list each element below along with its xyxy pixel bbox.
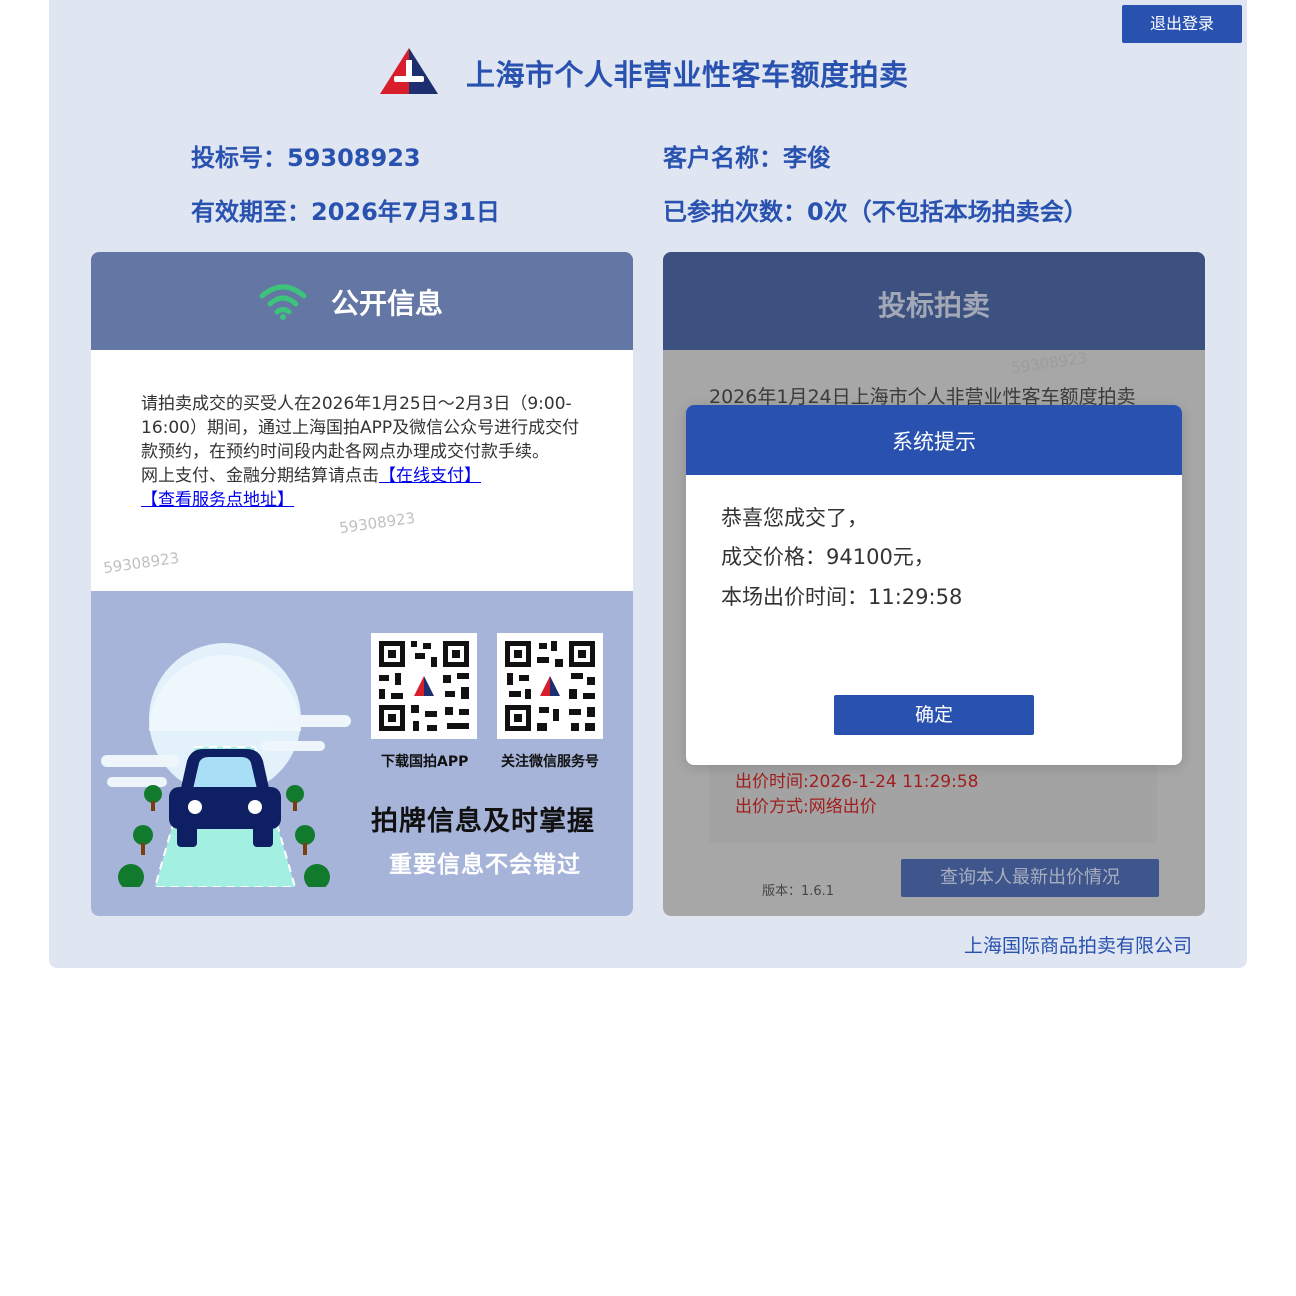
online-payment-link[interactable]: 【在线支付】 — [379, 466, 481, 486]
auction-count: 已参拍次数：0次（不包括本场拍卖会） — [663, 198, 1088, 226]
auction-logo-icon — [380, 48, 438, 94]
qr-code-icon — [379, 641, 469, 731]
car-road-illustration — [101, 643, 351, 887]
public-info-panel: 公开信息 请拍卖成交的买受人在2026年1月25日～2月3日（9:00-16:0… — [91, 252, 633, 916]
bid-record: 出价时间:2026-1-24 11:29:58 出价方式:网络出价 — [709, 755, 1157, 843]
qr-code-icon — [505, 641, 595, 731]
notice-text: 请拍卖成交的买受人在2026年1月25日～2月3日（9:00-16:00）期间，… — [141, 394, 580, 462]
qr-app-label: 下载国拍APP — [381, 754, 469, 770]
service-address-link[interactable]: 【查看服务点地址】 — [141, 490, 294, 510]
public-info-header: 公开信息 — [91, 252, 633, 350]
bid-method: 出价方式:网络出价 — [735, 797, 877, 817]
system-dialog: 系统提示 恭喜您成交了， 成交价格：94100元， 本场出价时间：11:29:5… — [686, 405, 1182, 765]
notice-block: 请拍卖成交的买受人在2026年1月25日～2月3日（9:00-16:00）期间，… — [141, 392, 581, 512]
watermark: 59308923 — [102, 548, 181, 578]
bidding-header: 投标拍卖 — [663, 252, 1205, 350]
logout-button[interactable]: 退出登录 — [1122, 5, 1242, 43]
dialog-header: 系统提示 — [686, 405, 1182, 475]
confirm-button[interactable]: 确定 — [834, 695, 1034, 735]
wifi-icon — [259, 284, 307, 320]
dialog-message-price: 成交价格：94100元， — [721, 545, 935, 569]
watermark: 59308923 — [1010, 348, 1089, 378]
dialog-title: 系统提示 — [892, 430, 976, 454]
slogan-main: 拍牌信息及时掌握 — [371, 806, 595, 837]
valid-until: 有效期至：2026年7月31日 — [191, 198, 500, 226]
bid-number: 投标号：59308923 — [191, 144, 421, 172]
payment-prefix: 网上支付、金融分期结算请点击 — [141, 466, 379, 486]
qr-wechat-label: 关注微信服务号 — [501, 754, 599, 770]
page-title: 上海市个人非营业性客车额度拍卖 — [466, 58, 909, 92]
watermark: 59308923 — [338, 508, 417, 538]
bidding-title: 投标拍卖 — [877, 289, 990, 322]
promo-banner: 下载国拍APP 关注微信服务号 拍牌信息及时掌握 重要信息不会错过 — [91, 591, 633, 916]
company-footer: 上海国际商品拍卖有限公司 — [964, 935, 1193, 957]
app-qr-code — [371, 633, 477, 739]
bid-time: 出价时间:2026-1-24 11:29:58 — [735, 772, 979, 792]
slogan-sub: 重要信息不会错过 — [389, 852, 581, 878]
customer-name: 客户名称：李俊 — [663, 144, 831, 172]
wechat-qr-code — [497, 633, 603, 739]
query-latest-bid-button[interactable]: 查询本人最新出价情况 — [901, 859, 1159, 897]
dialog-message-time: 本场出价时间：11:29:58 — [721, 585, 963, 609]
public-info-title: 公开信息 — [331, 287, 444, 320]
dialog-message-congrats: 恭喜您成交了， — [721, 506, 868, 530]
version-label: 版本：1.6.1 — [762, 884, 835, 899]
